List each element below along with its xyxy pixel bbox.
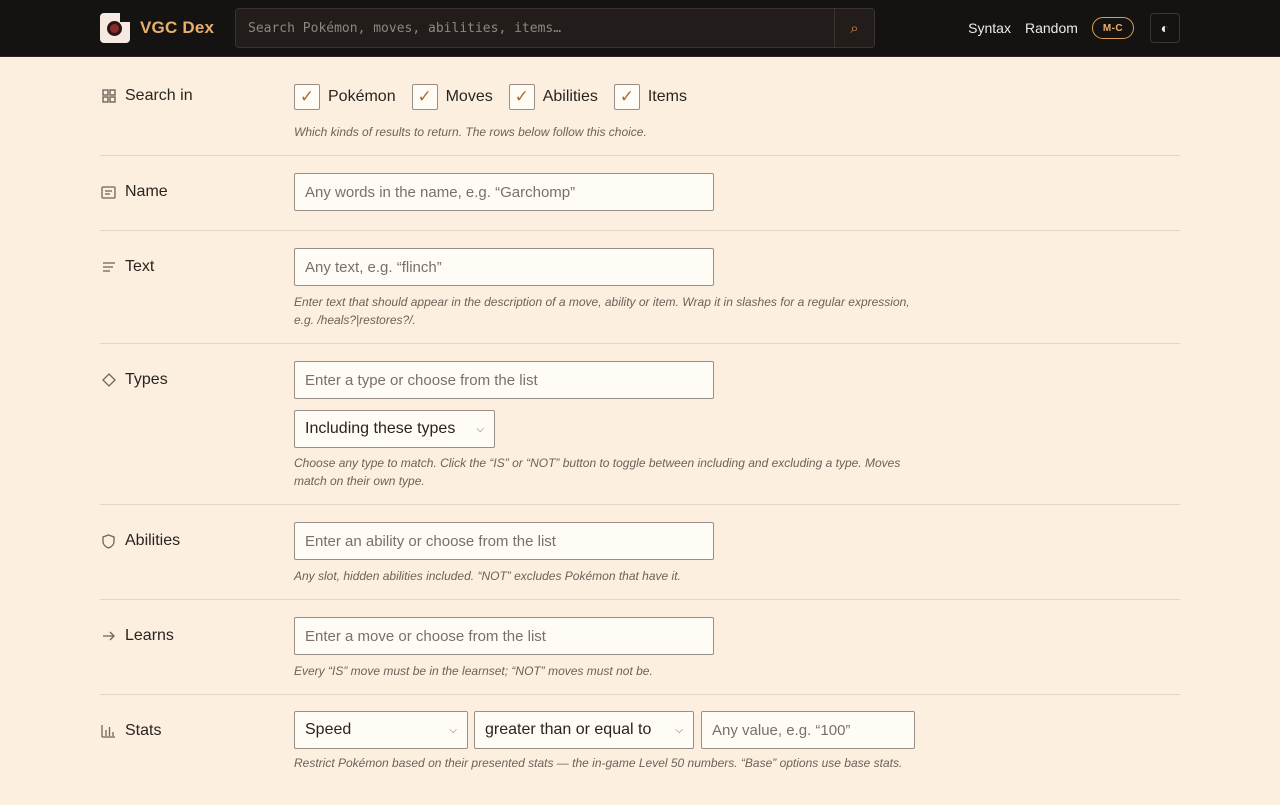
checkbox-abilities-label: Abilities <box>542 88 598 105</box>
top-nav: Syntax Random M-C ◐ <box>954 13 1180 43</box>
brand[interactable]: VGC Dex <box>100 13 214 43</box>
abilities-input[interactable] <box>294 522 714 560</box>
top-bar: VGC Dex ⌕ Syntax Random M-C ◐ <box>0 0 1280 57</box>
stat-select[interactable]: Speed ⌵ <box>294 711 468 749</box>
learns-help: Every “IS” move must be in the learnset;… <box>294 664 653 678</box>
global-search: ⌕ <box>235 8 875 48</box>
text-label-group: Text <box>100 258 154 276</box>
row-abilities: Abilities Any slot, hidden abilities inc… <box>100 505 1180 600</box>
row-stats: Stats Speed ⌵ greater than or equal to ⌵… <box>100 695 1180 805</box>
name-input[interactable] <box>294 173 714 211</box>
name-label-group: Name <box>100 183 168 201</box>
global-search-input[interactable] <box>236 9 834 47</box>
learns-label-group: Learns <box>100 627 174 645</box>
row-learns: Learns Every “IS” move must be in the le… <box>100 600 1180 695</box>
diamond-icon <box>100 372 117 389</box>
row-search-in: Search in ✓ Pokémon ✓ Moves ✓ Abilities … <box>100 57 1180 156</box>
types-label: Types <box>125 371 168 388</box>
checkmark-icon[interactable]: ✓ <box>294 84 320 110</box>
text-help: Enter text that should appear in the des… <box>294 295 910 327</box>
advanced-search-form: Search in ✓ Pokémon ✓ Moves ✓ Abilities … <box>100 57 1180 805</box>
nav-syntax-link[interactable]: Syntax <box>968 20 1011 36</box>
checkbox-moves[interactable]: ✓ Moves <box>411 84 493 110</box>
checkbox-moves-label: Moves <box>445 88 493 105</box>
search-button[interactable]: ⌕ <box>834 9 874 47</box>
chevron-down-icon: ⌵ <box>449 724 457 736</box>
arrow-right-icon <box>100 628 117 645</box>
abilities-label: Abilities <box>125 532 181 549</box>
types-help: Choose any type to match. Click the “IS”… <box>294 456 901 488</box>
types-mode-select[interactable]: Including these types ⌵ <box>294 410 495 448</box>
comparator-select-value: greater than or equal to <box>485 721 652 738</box>
search-in-options: ✓ Pokémon ✓ Moves ✓ Abilities ✓ Items <box>294 84 703 110</box>
row-text: Text Enter text that should appear in th… <box>100 231 1180 344</box>
search-in-label: Search in <box>125 87 193 104</box>
pokeball-logo-icon <box>100 13 130 43</box>
checkbox-pokemon[interactable]: ✓ Pokémon <box>294 84 396 110</box>
checkbox-abilities[interactable]: ✓ Abilities <box>508 84 598 110</box>
nav-random-link[interactable]: Random <box>1025 20 1078 36</box>
name-card-icon <box>100 184 117 201</box>
abilities-label-group: Abilities <box>100 532 180 550</box>
bar-chart-icon <box>100 723 117 740</box>
row-types: Types Including these types ⌵ Choose any… <box>100 344 1180 505</box>
row-name: Name <box>100 156 1180 231</box>
stat-select-value: Speed <box>305 721 352 738</box>
text-label: Text <box>125 258 155 275</box>
brand-name[interactable]: VGC Dex <box>140 18 214 38</box>
text-lines-icon <box>100 259 117 276</box>
chevron-down-icon: ⌵ <box>675 724 683 736</box>
types-mode-value: Including these types <box>305 420 456 437</box>
grid-icon <box>100 88 117 105</box>
contrast-icon: ◐ <box>1160 20 1170 36</box>
chevron-down-icon: ⌵ <box>476 423 484 435</box>
checkbox-items-label: Items <box>647 88 687 105</box>
search-icon: ⌕ <box>850 19 859 37</box>
stats-label-group: Stats <box>100 722 161 740</box>
theme-toggle-button[interactable]: ◐ <box>1150 13 1180 43</box>
stat-value-input[interactable] <box>701 711 915 749</box>
checkbox-items[interactable]: ✓ Items <box>613 84 687 110</box>
user-badge[interactable]: M-C <box>1091 17 1134 39</box>
checkbox-pokemon-label: Pokémon <box>328 88 396 105</box>
learns-input[interactable] <box>294 617 714 655</box>
types-input[interactable] <box>294 361 714 399</box>
abilities-help: Any slot, hidden abilities included. “NO… <box>294 569 681 583</box>
learns-label: Learns <box>125 627 174 644</box>
text-input[interactable] <box>294 248 714 286</box>
shield-icon <box>100 533 117 550</box>
checkmark-icon[interactable]: ✓ <box>508 84 535 110</box>
checkmark-icon[interactable]: ✓ <box>613 84 640 110</box>
search-in-help: Which kinds of results to return. The ro… <box>294 125 647 139</box>
search-in-label-group: Search in <box>100 87 193 105</box>
checkmark-icon[interactable]: ✓ <box>411 84 438 110</box>
comparator-select[interactable]: greater than or equal to ⌵ <box>474 711 694 749</box>
stats-help: Restrict Pokémon based on their presente… <box>294 756 903 770</box>
name-label: Name <box>125 183 168 200</box>
stats-label: Stats <box>125 722 162 739</box>
types-label-group: Types <box>100 371 168 389</box>
